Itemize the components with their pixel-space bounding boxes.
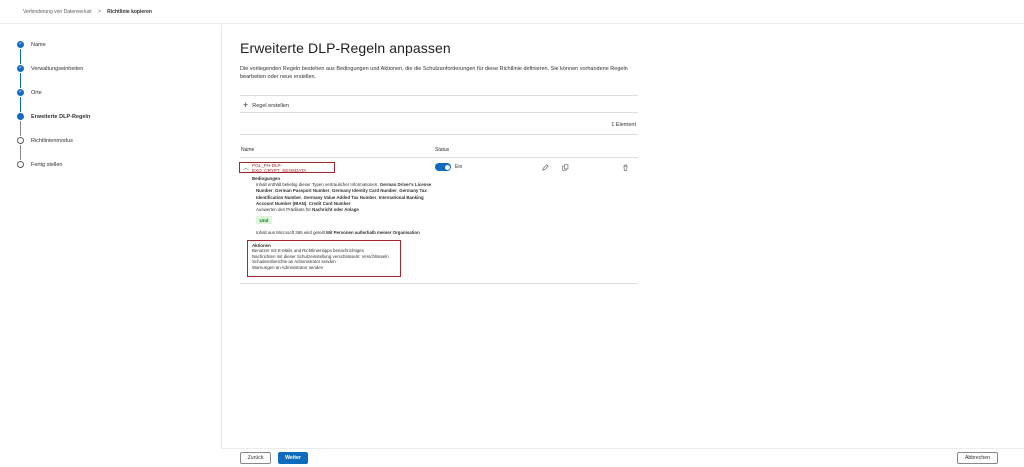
wizard-step-label: Verwaltungseinheiten (31, 65, 84, 72)
breadcrumb-current: Richtlinie kopieren (107, 8, 152, 15)
page-title: Erweiterte DLP-Regeln anpassen (240, 40, 451, 56)
check-icon: ✓ (17, 65, 24, 72)
edit-icon[interactable] (541, 163, 549, 171)
wizard-step-label: Name (31, 41, 46, 48)
wizard-step-name[interactable]: ✓ Name (17, 41, 46, 48)
create-rule-label: Regel erstellen (252, 102, 289, 109)
divider (240, 134, 638, 135)
footer-bar (222, 448, 1024, 467)
rule-name: POL_PH-DLP-EXO_CRYPT_SENSDATA (252, 162, 307, 173)
breadcrumb: Verhinderung von Datenverlust > Richtlin… (0, 0, 1024, 24)
plus-icon: + (243, 100, 249, 110)
rule-status-label: Ein (455, 164, 463, 170)
copy-icon[interactable] (561, 163, 569, 171)
rule-name-toggle[interactable]: ︿ POL_PH-DLP-EXO_CRYPT_SENSDATA (239, 162, 335, 173)
wizard-step-label: Orte (31, 89, 42, 96)
wizard-step-label: Erweiterte DLP-Regeln (31, 113, 91, 120)
wizard-step-locations[interactable]: ✓ Orte (17, 89, 42, 96)
delete-icon[interactable] (621, 163, 629, 171)
divider (240, 95, 638, 96)
wizard-step-finish[interactable]: Fertig stellen (17, 161, 63, 168)
divider (240, 283, 638, 284)
progress-line (20, 121, 21, 136)
pending-step-icon (17, 161, 24, 168)
rule-actions: Aktionen Benutzer mit E-Mails und Richtl… (247, 240, 401, 277)
wizard-step-label: Richtlinienmodus (31, 137, 73, 144)
column-header-status[interactable]: Status (435, 147, 449, 153)
progress-line (20, 49, 21, 64)
divider (240, 112, 638, 113)
wizard-step-admin-units[interactable]: ✓ Verwaltungseinheiten (17, 65, 83, 72)
predicate-text: Auswerten des Prädikats für Nachricht od… (256, 207, 359, 213)
rule-status-toggle[interactable] (435, 163, 451, 171)
column-header-name[interactable]: Name (241, 147, 254, 153)
item-count: 1 Element (611, 122, 636, 128)
wizard-step-advanced-rules[interactable]: Erweiterte DLP-Regeln (17, 113, 90, 120)
create-rule-button[interactable]: + Regel erstellen (243, 101, 289, 110)
back-button[interactable]: Zurück (240, 452, 271, 464)
conditions-text: Inhalt enthält beliebig dieser Typen ver… (256, 182, 432, 206)
pending-step-icon (17, 137, 24, 144)
wizard-step-label: Fertig stellen (31, 161, 63, 168)
rule-conditions: Bedingungen Inhalt enthält beliebig dies… (252, 176, 442, 213)
current-step-icon (17, 113, 24, 120)
next-button[interactable]: Weiter (278, 452, 308, 464)
progress-line (20, 145, 21, 160)
breadcrumb-separator: > (97, 8, 102, 15)
check-icon: ✓ (17, 89, 24, 96)
cancel-button[interactable]: Abbrechen (957, 452, 998, 464)
breadcrumb-parent-link[interactable]: Verhinderung von Datenverlust (23, 9, 92, 15)
toggle-knob (444, 164, 450, 170)
check-icon: ✓ (17, 41, 24, 48)
progress-line (20, 97, 21, 112)
sharing-condition: Inhalt aus Microsoft 365 wird geteilt Mi… (256, 230, 420, 235)
wizard-step-policy-mode[interactable]: Richtlinienmodus (17, 137, 73, 144)
divider (240, 157, 638, 158)
progress-line (20, 73, 21, 88)
chevron-up-icon: ︿ (243, 166, 250, 172)
and-badge: Und (256, 216, 272, 224)
page-description: Die vorliegenden Regeln bestehen aus Bed… (240, 66, 628, 80)
action-item: Warnungen an Administrator senden (252, 264, 324, 270)
wizard-nav: ✓ Name ✓ Verwaltungseinheiten ✓ Orte Erw… (0, 25, 222, 449)
